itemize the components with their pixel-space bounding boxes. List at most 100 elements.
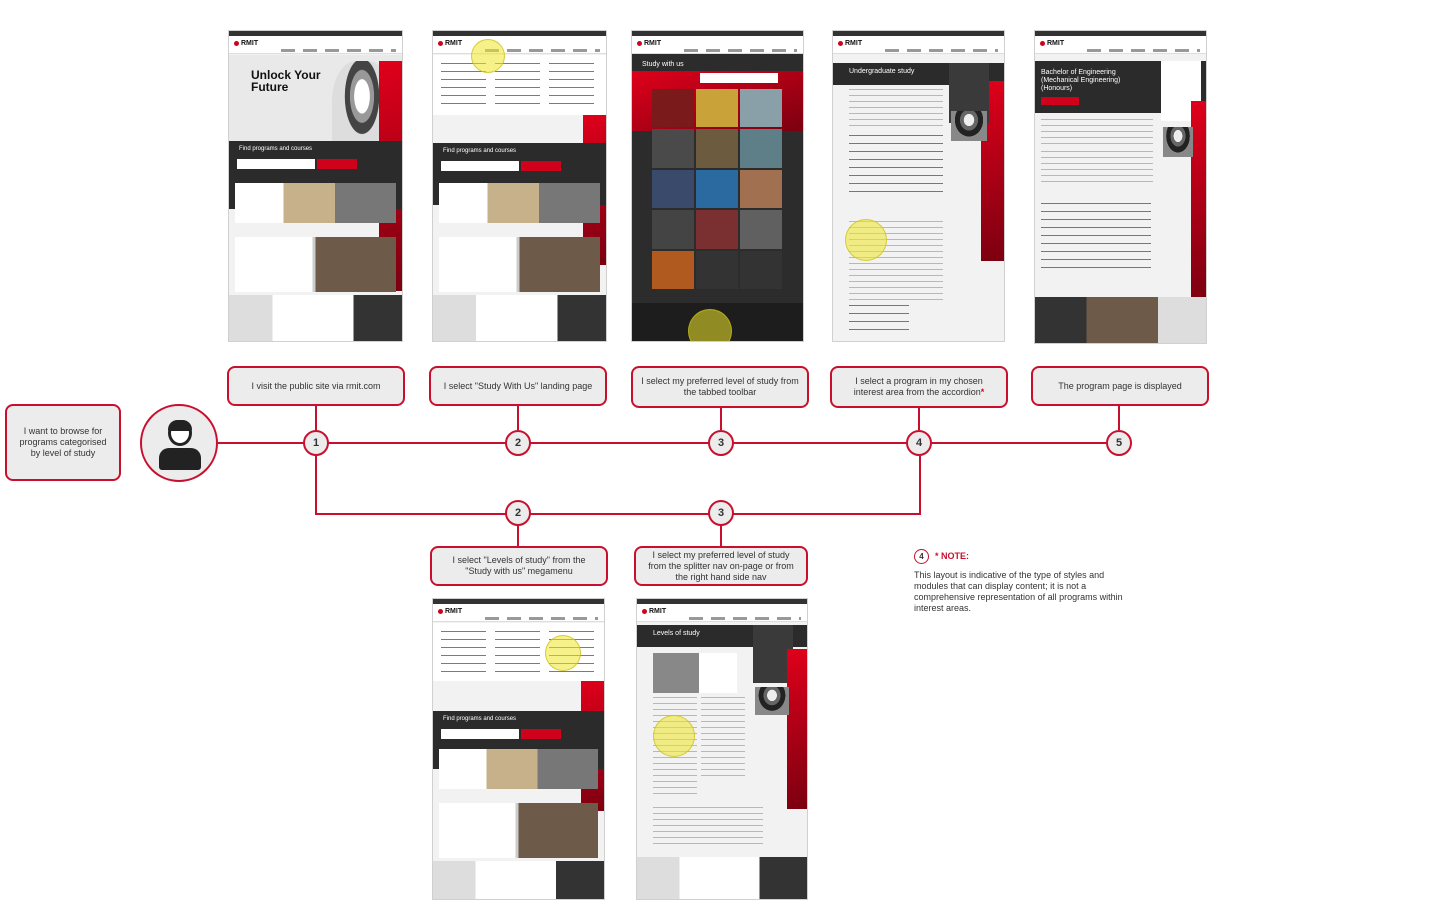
thumb-image-row [235,183,396,223]
alt-step-marker-2: 2 [505,500,531,526]
rmit-logo: RMIT [438,40,462,47]
thumb-footer-promo [1035,297,1206,343]
thumb-search-button [317,159,357,169]
user-icon-hair [168,420,192,431]
thumb-more-info [653,807,763,847]
rmit-logo: RMIT [438,608,462,615]
callout-step-3: I select my preferred level of study fro… [631,366,809,408]
thumb-search-button [521,729,561,739]
find-programs-label: Find programs and courses [239,146,313,152]
thumb-search-input [441,161,519,171]
find-programs-label: Find programs and courses [443,716,517,722]
callout-step-4: I select a program in my chosen interest… [830,366,1008,408]
thumb-search-input [700,73,778,83]
thumb-navlinks [684,49,797,52]
rmit-logo: RMIT [1040,40,1064,47]
note-text: This layout is indicative of the type of… [914,570,1123,613]
thumb-news-row [439,803,598,858]
callout-text: I select "Study With Us" landing page [443,380,593,391]
thumb-image-row [439,183,600,223]
thumb-footer-promo [433,861,604,899]
thumb-key-info [1041,119,1153,149]
thumb-splitter-nav-right [701,697,745,777]
step-marker-3: 3 [708,430,734,456]
note-title: * NOTE: [935,551,970,561]
thumb-apply-button [1041,97,1079,105]
callout-text: I select a program in my chosen interest… [853,376,983,397]
thumb-body-copy [1041,151,1153,187]
thumb-navlinks [281,49,396,52]
screenshot-homepage: RMIT Unlock Your Future Find programs an… [228,30,403,342]
thumb-footer-promo [637,857,807,899]
hero-headline: Unlock Your Future [251,68,321,94]
thumb-megamenu [433,55,606,115]
step-marker-5: 5 [1106,430,1132,456]
megamenu-links-col3 [549,63,594,111]
alt-step-marker-3: 3 [708,500,734,526]
screenshot-levels-of-study-page: RMIT Levels of study [636,598,808,900]
rmit-logo: RMIT [637,40,661,47]
callout-text: The program page is displayed [1058,380,1182,391]
thumb-accordion [849,135,943,195]
callout-step-5: The program page is displayed [1031,366,1209,406]
thumb-navlinks [485,617,598,620]
levels-heading: Levels of study [653,630,700,637]
screenshot-program-page: RMIT Bachelor of Engineering (Mechanical… [1034,30,1207,344]
thumb-footer-promo [433,295,606,341]
step-marker-1: 1 [303,430,329,456]
megamenu-links-col1 [441,631,486,677]
alt-callout-step-2: I select "Levels of study" from the "Stu… [430,546,608,586]
user-icon-body [159,448,201,470]
thumb-profile-photo [951,111,987,141]
rmit-logo: RMIT [642,608,666,615]
highlight-levels-of-study-link [545,635,581,671]
user-goal-box: I want to browse for programs categorise… [5,404,121,481]
callout-step-2: I select "Study With Us" landing page [429,366,607,406]
thumb-profile-photo [755,687,789,715]
study-with-us-heading: Study with us [642,61,684,68]
thumb-navlinks [689,617,801,620]
rmit-logo: RMIT [838,40,862,47]
thumb-navlinks [1087,49,1200,52]
thumb-red-accent [787,649,807,809]
callout-text: I select my preferred level of study fro… [648,549,794,582]
screenshot-levels-of-study-menu: RMIT Find programs and courses [432,598,605,900]
step-marker-4: 4 [906,430,932,456]
thumb-news-row [439,237,600,292]
alt-callout-step-3: I select my preferred level of study fro… [634,546,808,586]
callout-text: I select my preferred level of study fro… [641,376,799,397]
highlight-study-with-us-tab [471,39,505,73]
note-step-badge: 4 [914,549,929,564]
thumb-search-button [521,161,561,171]
thumb-accordion-lower [849,305,909,335]
thumb-navlinks [885,49,998,52]
undergraduate-heading: Undergraduate study [849,68,915,75]
user-goal-text: I want to browse for programs categorise… [19,426,107,458]
thumb-search-input [237,159,315,169]
callout-step-1: I visit the public site via rmit.com [227,366,405,406]
thumb-intro-image [653,653,737,693]
step-marker-2: 2 [505,430,531,456]
note-asterisk: * [980,387,985,397]
rmit-logo: RMIT [234,40,258,47]
thumb-footer-promo [229,295,402,341]
alt-flow-line [315,456,921,515]
thumb-profile-photo [1163,127,1193,157]
thumb-accordion [1041,203,1151,275]
thumb-news-row [235,237,396,292]
thumb-body-copy [849,89,943,129]
highlight-level-option [653,715,695,757]
megamenu-links-col2 [495,631,540,677]
callout-text: I select "Levels of study" from the "Stu… [452,555,586,576]
megamenu-links-col2 [495,63,540,111]
thumb-search-input [441,729,519,739]
thumb-red-accent [1191,101,1206,301]
user-persona [140,404,218,482]
thumb-image-grid [652,89,782,289]
callout-text: I visit the public site via rmit.com [251,380,381,391]
highlight-program-link [845,219,887,261]
screenshot-undergraduate-study: RMIT Undergraduate study [832,30,1005,342]
screenshot-study-with-us-menu: RMIT Find programs and courses [432,30,607,342]
find-programs-label: Find programs and courses [443,148,517,154]
thumb-image-row [439,749,598,789]
